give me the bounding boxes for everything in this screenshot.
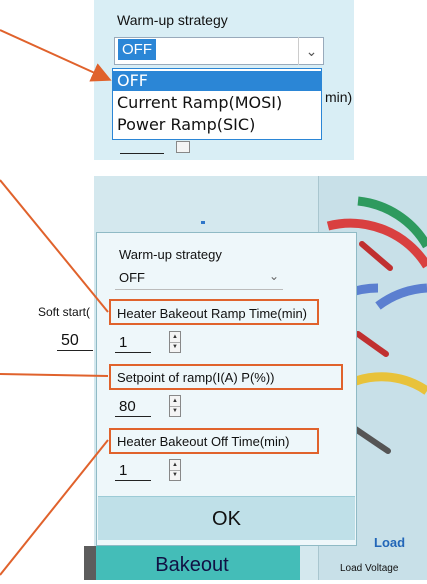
gauge-arc-blue <box>375 283 427 310</box>
warmup-strategy-label: Warm-up strategy <box>117 12 228 28</box>
arrow-to-dropdown <box>0 29 112 82</box>
callout-line-ramp-time <box>0 179 109 313</box>
obscured-label-fragment: min) <box>325 89 353 105</box>
obscured-stepper <box>120 141 192 155</box>
off-time-stepper[interactable]: ▲ ▼ <box>169 459 181 481</box>
soft-start-input[interactable]: 50 <box>57 332 93 351</box>
gauge-needle-gray <box>351 425 391 454</box>
ramp-time-input[interactable]: 1 <box>115 333 151 353</box>
bakeout-button-edge <box>84 546 96 580</box>
setpoint-highlight <box>109 364 343 390</box>
load-section-title: Load <box>374 535 406 550</box>
dialog-warmup-strategy-label: Warm-up strategy <box>119 247 222 262</box>
chevron-down-icon[interactable]: ⌄ <box>298 37 324 65</box>
ok-button[interactable]: OK <box>98 496 355 540</box>
gauge-needle-red <box>359 241 393 271</box>
gauge-needle-red-2 <box>355 331 389 357</box>
option-current-ramp[interactable]: Current Ramp(MOSI) <box>113 93 321 113</box>
setpoint-stepper[interactable]: ▲ ▼ <box>169 395 181 417</box>
off-time-highlight <box>109 428 319 454</box>
load-voltage-label: Load Voltage <box>340 563 399 574</box>
indicator-dash <box>201 221 205 224</box>
dialog-warmup-strategy-select[interactable]: OFF ⌄ <box>115 267 283 290</box>
warmup-strategy-options-list: OFF Current Ramp(MOSI) Power Ramp(SIC) <box>112 68 322 140</box>
chevron-down-icon[interactable]: ⌄ <box>269 269 279 283</box>
off-time-input[interactable]: 1 <box>115 461 151 481</box>
bakeout-button[interactable]: Bakeout <box>84 546 300 580</box>
ramp-time-stepper[interactable]: ▲ ▼ <box>169 331 181 353</box>
warmup-strategy-selected-value: OFF <box>118 39 156 60</box>
setpoint-input[interactable]: 80 <box>115 397 151 417</box>
option-power-ramp[interactable]: Power Ramp(SIC) <box>113 115 321 135</box>
soft-start-label: Soft start( <box>38 305 91 319</box>
dialog-warmup-strategy-value: OFF <box>119 270 145 285</box>
ramp-time-highlight <box>109 299 319 325</box>
callout-line-setpoint <box>0 373 109 377</box>
option-off[interactable]: OFF <box>113 71 321 91</box>
